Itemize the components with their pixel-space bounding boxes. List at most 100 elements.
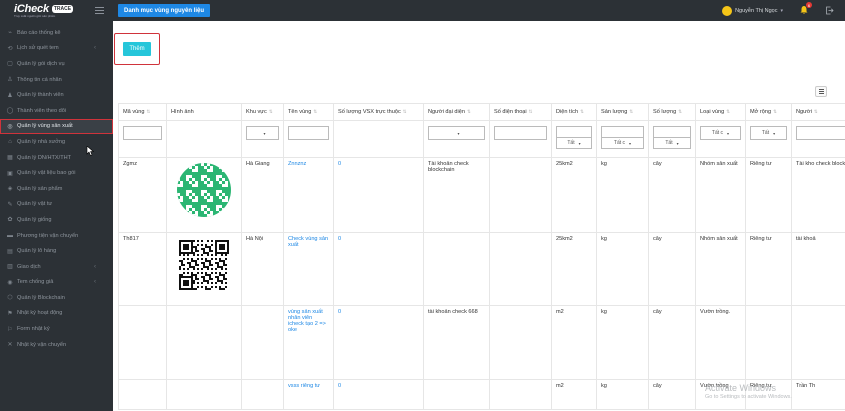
type-filter-select[interactable]: Tất c ▾ (700, 126, 741, 140)
qr-code-image[interactable] (179, 240, 229, 290)
sidebar-item[interactable]: ✎ Quản lý vật tư (0, 197, 113, 213)
table-row[interactable]: Zgmz Hà Giang Znnznz 0 Tài khoản check block… (118, 157, 845, 233)
column-header[interactable]: Loại vùng ⇅ (695, 103, 746, 121)
sort-icon[interactable]: ⇅ (313, 109, 317, 114)
sidebar-item[interactable]: ⚐ Form nhật ký (0, 321, 113, 337)
column-header[interactable]: Tên vùng ⇅ (283, 103, 334, 121)
cell-name: Znnznz (283, 157, 334, 233)
rep-filter-select[interactable]: ▾ (428, 126, 485, 140)
phone-filter-input[interactable] (494, 126, 547, 140)
column-header[interactable]: Sản lượng ⇅ (596, 103, 649, 121)
sort-icon[interactable]: ⇅ (146, 109, 150, 114)
column-header[interactable]: Hình ảnh (166, 103, 242, 121)
column-header[interactable]: Mở rộng ⇅ (745, 103, 792, 121)
sidebar-item-label: Thành viên theo dõi (17, 107, 67, 114)
chevron-down-icon: ▾ (780, 7, 783, 14)
sidebar-item[interactable]: ▬ Phương tiện vận chuyển (0, 228, 113, 244)
sidebar-item[interactable]: ✕ Nhật ký vận chuyển (0, 337, 113, 353)
area-filter-select[interactable]: ▾ (246, 126, 279, 140)
sidebar-item[interactable]: ⌂ Quản lý nhà xưởng (0, 134, 113, 150)
column-header[interactable]: Khu vực ⇅ (241, 103, 284, 121)
sidebar-item[interactable]: ▤ Quản lý lô hàng (0, 243, 113, 259)
notification-bell[interactable]: 6 (799, 2, 812, 15)
history-icon: ⟲ (7, 45, 13, 52)
chevron-right-icon: ‹ (94, 279, 96, 286)
column-header[interactable]: Mã vùng ⇅ (118, 103, 167, 121)
sort-icon[interactable]: ⇅ (580, 109, 584, 114)
chevron-down-icon: ▾ (773, 130, 776, 136)
sort-icon[interactable]: ⇅ (403, 109, 407, 114)
column-toggle-button[interactable] (815, 86, 827, 97)
sidebar-item-label: Quản lý vật liệu bao gói (17, 170, 76, 177)
sort-icon[interactable]: ⇅ (726, 109, 730, 114)
sort-icon[interactable]: ⇅ (529, 109, 533, 114)
logout-icon[interactable] (825, 6, 834, 15)
person-filter-input[interactable] (796, 126, 845, 140)
sidebar-item[interactable]: ▣ Quản lý vật liệu bao gói (0, 165, 113, 181)
sidebar-item[interactable]: ▦ Quản lý DN/HTX/THT (0, 150, 113, 166)
yield-unit-select[interactable]: Tất c ▾ (601, 137, 644, 149)
sort-icon[interactable]: ⇅ (773, 109, 777, 114)
filter-cell (166, 120, 242, 158)
cell-person: Trần Th (791, 379, 845, 410)
sidebar-item-label: Quản lý thành viên (17, 92, 64, 99)
column-header[interactable]: Số lượng VSX trực thuộc ⇅ (333, 103, 424, 121)
filter-cell (118, 120, 167, 158)
sidebar-item[interactable]: ⟲ Lịch sử quét tem ‹ (0, 41, 113, 57)
column-header[interactable]: Người ⇅ (791, 103, 845, 121)
sidebar-item-label: Quản lý DN/HTX/THT (17, 154, 72, 161)
sidebar-item[interactable]: ⬡ Quản lý Blockchain (0, 290, 113, 306)
size-unit-select[interactable]: Tất ▾ (556, 137, 592, 149)
column-header[interactable]: Số điện thoại ⇅ (489, 103, 552, 121)
cell-yield-unit: kg (596, 379, 649, 410)
notification-badge: 6 (806, 2, 812, 8)
cell-phone (489, 379, 552, 410)
logo[interactable]: iCheck TRACE Truy xuất nguồn gốc sản phẩ… (14, 3, 74, 18)
column-header[interactable]: Diện tích ⇅ (551, 103, 597, 121)
sidebar-item-label: Lịch sử quét tem (17, 45, 59, 52)
qty-filter-input[interactable] (653, 126, 691, 137)
cell-image (166, 157, 242, 233)
cell-extend: Riêng tư (745, 232, 792, 306)
extend-filter-select[interactable]: Tất ▾ (750, 126, 787, 140)
code-filter-input[interactable] (123, 126, 162, 140)
user-menu[interactable]: Nguyễn Thị Ngọc ▾ (722, 3, 783, 18)
column-header[interactable]: Người đại diện ⇅ (423, 103, 490, 121)
cell-phone (489, 305, 552, 380)
sidebar-item[interactable]: ◎ Quản lý vùng sản xuất (0, 118, 113, 135)
sidebar-item[interactable]: ✿ Quản lý giống (0, 212, 113, 228)
sort-icon[interactable]: ⇅ (269, 109, 273, 114)
cell-name: vsss riêng tư (283, 379, 334, 410)
list-icon (818, 91, 824, 92)
sidebar-item-label: Quản lý gói dịch vụ (17, 60, 65, 67)
size-filter-input[interactable] (556, 126, 592, 137)
sort-icon[interactable]: ⇅ (678, 109, 682, 114)
sidebar-item[interactable]: ⌁ Báo cáo thống kê (0, 25, 113, 41)
sidebar-item[interactable]: ⚑ Nhật ký hoạt động (0, 306, 113, 322)
table-row[interactable]: Th817 Hà Nội Check vùng sản xuất 0 25km2 kg câ… (118, 232, 845, 306)
page-tab[interactable]: Danh mục vùng nguyên liệu (118, 4, 211, 17)
region-image[interactable] (177, 163, 231, 217)
windows-watermark: Activate Windows Go to Settings to activ… (705, 383, 792, 400)
log-icon: ⚑ (7, 310, 13, 317)
sidebar-item-label: Form nhật ký (17, 326, 50, 333)
sort-icon[interactable]: ⇅ (467, 109, 471, 114)
column-header[interactable]: Số lượng ⇅ (648, 103, 696, 121)
name-filter-input[interactable] (288, 126, 329, 140)
sort-icon[interactable]: ⇅ (629, 109, 633, 114)
table-row[interactable]: vùng sản xuất nhân viên icheck tạo 2 => … (118, 305, 845, 380)
sidebar-item[interactable]: ▥ Giao dịch ‹ (0, 259, 113, 275)
sidebar-item[interactable]: ◯ Thành viên theo dõi (0, 103, 113, 119)
sort-icon[interactable]: ⇅ (814, 109, 818, 114)
sidebar-item[interactable]: ♟ Quản lý thành viên (0, 87, 113, 103)
region-table: Mã vùng ⇅ Hình ảnh Khu vực ⇅ Tên vùng ⇅ Số lượn… (118, 103, 845, 410)
menu-toggle-icon[interactable] (95, 7, 104, 14)
add-button[interactable]: Thêm (123, 42, 151, 56)
sidebar-item[interactable]: ◉ Tem chống giả ‹ (0, 275, 113, 291)
qty-unit-select[interactable]: Tất ▾ (653, 137, 691, 149)
sidebar-item[interactable]: ▢ Quản lý gói dịch vụ (0, 56, 113, 72)
sidebar-item[interactable]: ♙ Thông tin cá nhân (0, 72, 113, 88)
sidebar-item[interactable]: ◈ Quản lý sản phẩm (0, 181, 113, 197)
yield-filter-input[interactable] (601, 126, 644, 137)
filter-cell (489, 120, 552, 158)
